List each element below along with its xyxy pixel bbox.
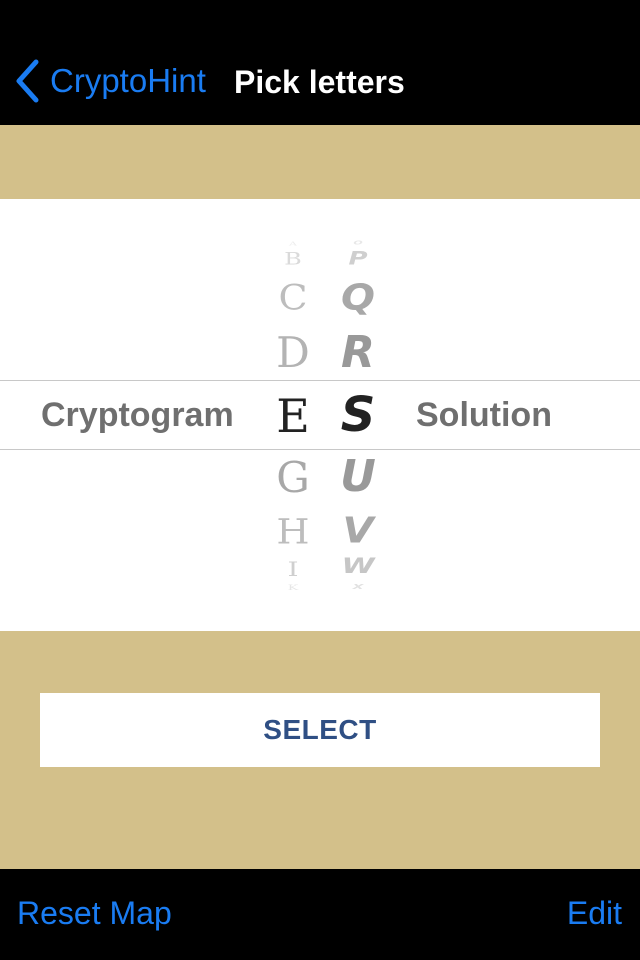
solution-letter: X xyxy=(352,583,364,591)
letter-picker: Cryptogram Solution A B C D E G H I K O … xyxy=(0,199,640,631)
cryptogram-wheel[interactable]: A B C D E G H I K xyxy=(262,199,324,631)
solution-letter: P xyxy=(348,248,368,270)
page-title: Pick letters xyxy=(234,64,405,100)
chevron-left-icon xyxy=(16,59,39,103)
solution-letter: W xyxy=(341,554,375,579)
navigation-bar: CryptoHint Pick letters xyxy=(0,0,640,125)
top-band xyxy=(0,125,640,199)
reset-map-button[interactable]: Reset Map xyxy=(17,893,172,933)
cryptogram-letter: H xyxy=(276,512,310,552)
cryptogram-letter: B xyxy=(284,249,302,269)
back-button-label: CryptoHint xyxy=(50,62,206,99)
solution-wheel[interactable]: O P Q R S U V W X xyxy=(324,199,392,631)
cryptogram-letter: I xyxy=(287,557,299,582)
cryptogram-selected-letter: E xyxy=(276,389,310,443)
cryptogram-letter: D xyxy=(276,328,310,377)
select-button[interactable]: SELECT xyxy=(40,693,600,767)
cryptogram-letter: A xyxy=(289,240,297,247)
solution-selected-letter: S xyxy=(340,387,376,443)
solution-letter: O xyxy=(353,239,363,246)
cryptogram-letter: C xyxy=(278,278,308,318)
solution-letter: Q xyxy=(340,277,375,319)
solution-letter: U xyxy=(340,451,376,502)
cryptogram-letter: G xyxy=(276,453,310,502)
back-button[interactable]: CryptoHint xyxy=(14,58,206,104)
cryptogram-label: Cryptogram xyxy=(41,396,234,434)
cryptogram-letter: K xyxy=(287,584,299,592)
solution-label: Solution xyxy=(416,396,552,434)
edit-button[interactable]: Edit xyxy=(567,893,622,933)
solution-letter: R xyxy=(341,327,375,378)
bottom-toolbar: Reset Map Edit xyxy=(0,869,640,960)
solution-letter: V xyxy=(342,510,374,552)
